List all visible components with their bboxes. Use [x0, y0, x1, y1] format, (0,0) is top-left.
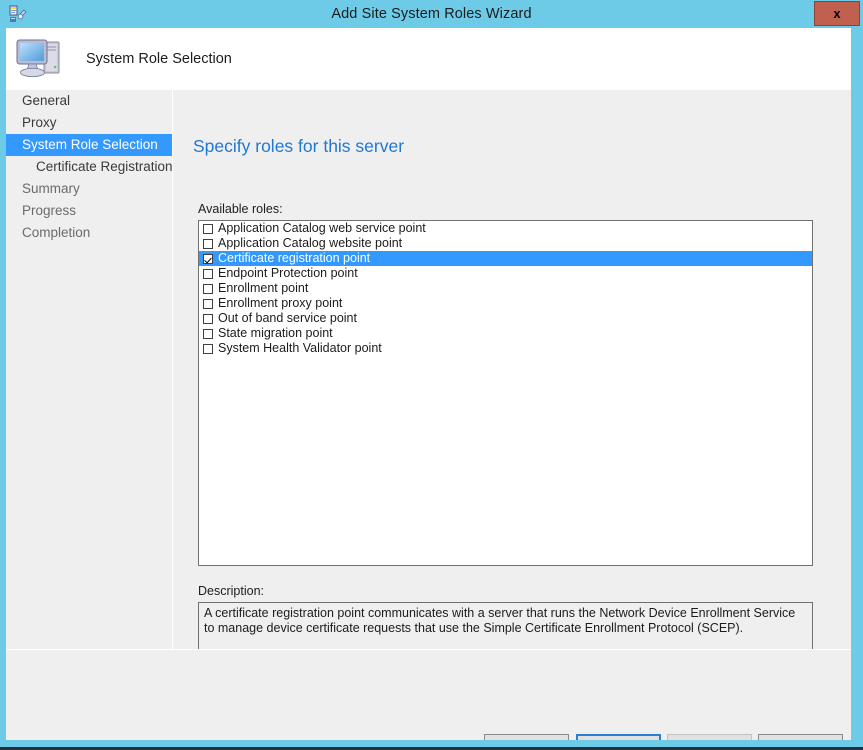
- main-region: General Proxy System Role Selection Cert…: [6, 90, 851, 740]
- nav-item-system-role-selection[interactable]: System Role Selection: [6, 134, 172, 156]
- window-title: Add Site System Roles Wizard: [331, 6, 532, 22]
- nav-list: General Proxy System Role Selection Cert…: [6, 90, 172, 244]
- checkbox-icon[interactable]: [203, 223, 213, 234]
- checkbox-icon[interactable]: [203, 298, 213, 309]
- list-item-label: Endpoint Protection point: [218, 266, 358, 280]
- list-item-label: Enrollment proxy point: [218, 296, 343, 310]
- title-bar: Add Site System Roles Wizard x: [0, 0, 863, 28]
- content-heading: Specify roles for this server: [193, 136, 405, 156]
- checkbox-icon[interactable]: [203, 268, 213, 279]
- wizard-step-nav: General Proxy System Role Selection Cert…: [6, 90, 172, 740]
- available-roles-listbox[interactable]: Application Catalog web service point Ap…: [198, 220, 813, 566]
- nav-item-progress[interactable]: Progress: [6, 200, 172, 222]
- list-item[interactable]: Enrollment proxy point: [199, 296, 812, 311]
- content-pane: Specify roles for this server Available …: [173, 90, 851, 740]
- wizard-header: System Role Selection: [6, 28, 851, 90]
- nav-item-proxy[interactable]: Proxy: [6, 112, 172, 134]
- list-item[interactable]: Endpoint Protection point: [199, 266, 812, 281]
- wizard-window: Add Site System Roles Wizard x System Ro…: [0, 0, 863, 750]
- footer-button-bar: < Previous Next > Summary Cancel: [6, 650, 851, 740]
- list-item-label: Enrollment point: [218, 281, 309, 295]
- nav-item-summary[interactable]: Summary: [6, 178, 172, 200]
- list-item-label: State migration point: [218, 326, 333, 340]
- checkbox-icon[interactable]: [203, 343, 213, 354]
- list-item-label: Out of band service point: [218, 311, 357, 325]
- page-title: System Role Selection: [86, 51, 232, 67]
- list-item-label: Application Catalog web service point: [218, 221, 426, 235]
- list-item-selected[interactable]: Certificate registration point: [199, 251, 812, 266]
- list-item-label: Certificate registration point: [218, 251, 371, 265]
- list-item[interactable]: Out of band service point: [199, 311, 812, 326]
- available-roles-label: Available roles:: [198, 202, 283, 216]
- checkbox-icon[interactable]: [203, 283, 213, 294]
- nav-item-completion[interactable]: Completion: [6, 222, 172, 244]
- nav-item-certificate-registration-point[interactable]: Certificate Registration Po: [6, 156, 172, 178]
- description-text: A certificate registration point communi…: [204, 606, 796, 635]
- description-label: Description:: [198, 584, 264, 598]
- checkbox-icon[interactable]: [203, 313, 213, 324]
- list-item[interactable]: State migration point: [199, 326, 812, 341]
- checkbox-icon[interactable]: [203, 328, 213, 339]
- nav-item-general[interactable]: General: [6, 90, 172, 112]
- list-item-label: Application Catalog website point: [218, 236, 403, 250]
- computer-icon: [14, 34, 66, 84]
- list-item[interactable]: Application Catalog web service point: [199, 221, 812, 236]
- list-item[interactable]: System Health Validator point: [199, 341, 812, 356]
- checkbox-icon[interactable]: [203, 238, 213, 249]
- list-item[interactable]: Application Catalog website point: [199, 236, 812, 251]
- checkbox-checked-icon[interactable]: [203, 253, 213, 264]
- close-button[interactable]: x: [814, 1, 860, 26]
- list-item-label: System Health Validator point: [218, 341, 382, 355]
- window-body: System Role Selection General Proxy Syst…: [6, 28, 851, 740]
- list-item[interactable]: Enrollment point: [199, 281, 812, 296]
